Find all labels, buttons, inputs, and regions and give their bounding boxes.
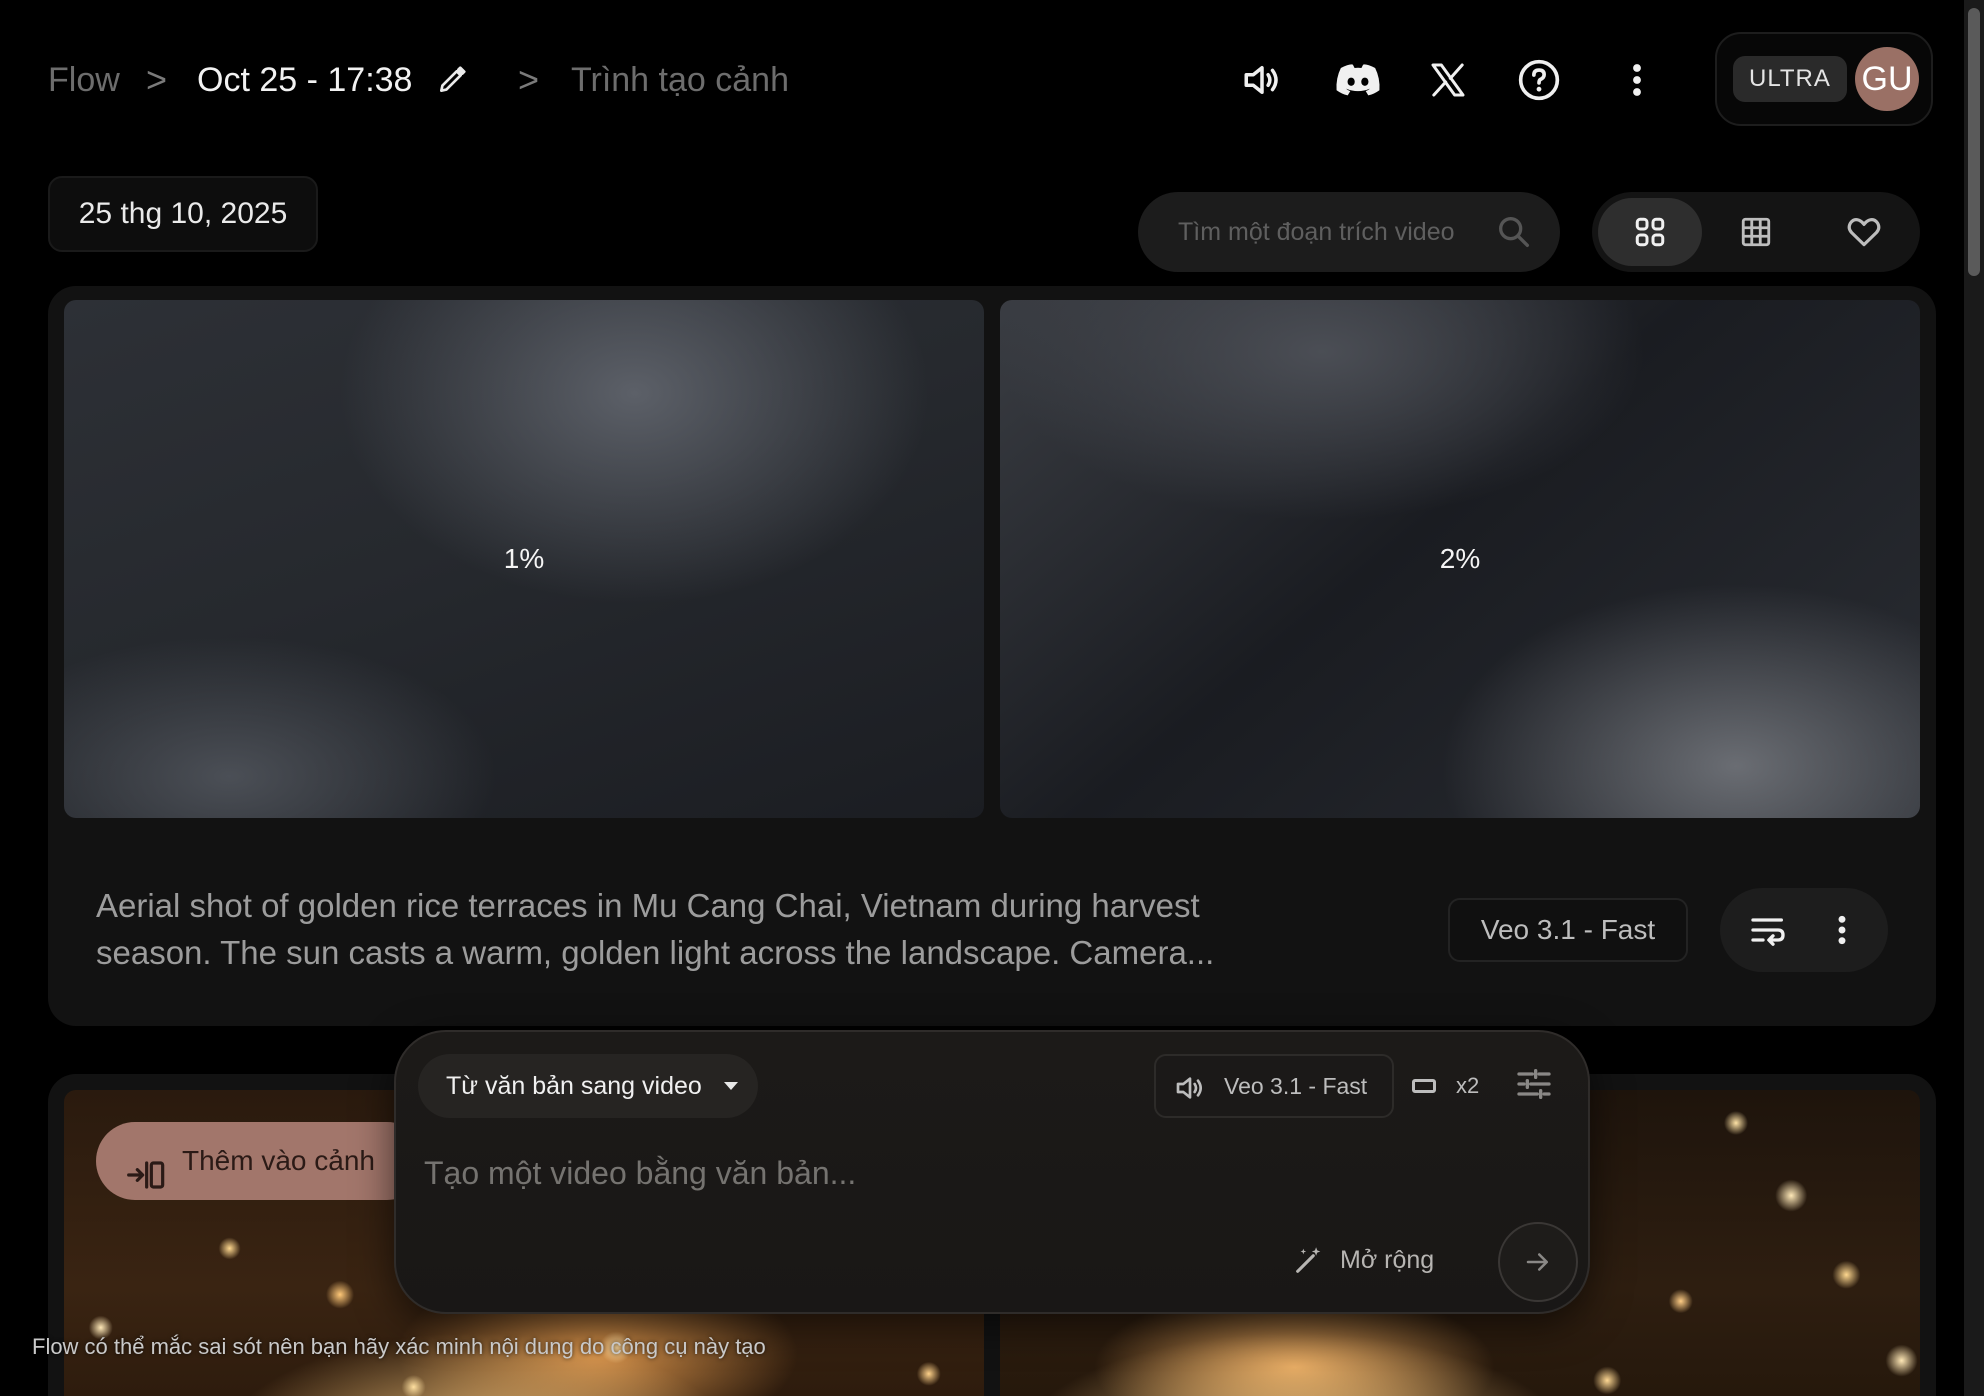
- card-actions: [1720, 888, 1888, 972]
- chevron-down-icon: [724, 1082, 738, 1090]
- expand-label: Mở rộng: [1340, 1245, 1435, 1274]
- top-bar: Flow > Oct 25 - 17:38 > Trình tạo cảnh U…: [0, 0, 1984, 160]
- prompt-text: Aerial shot of golden rice terraces in M…: [96, 887, 1215, 971]
- mode-label: Từ văn bản sang video: [446, 1072, 702, 1100]
- generation-card: 1% 2% Aerial shot of golden rice terrace…: [48, 286, 1936, 1026]
- progress-label: 2%: [1439, 543, 1481, 574]
- search-input[interactable]: [1178, 212, 1498, 252]
- search-bar: [1138, 192, 1560, 272]
- add-to-scene-icon: [126, 1144, 166, 1189]
- aspect-ratio-icon: [1412, 1079, 1436, 1093]
- add-to-scene-label: Thêm vào cảnh: [182, 1145, 375, 1176]
- model-label: Veo 3.1 - Fast: [1448, 898, 1688, 962]
- more-vert-icon[interactable]: [1612, 55, 1662, 105]
- disclaimer-text: Flow có thể mắc sai sót nên bạn hãy xác …: [32, 1334, 766, 1359]
- edit-title-icon[interactable]: [436, 64, 468, 96]
- breadcrumb-current-page[interactable]: Trình tạo cảnh: [571, 58, 789, 102]
- discord-icon[interactable]: [1333, 55, 1383, 105]
- mode-dropdown[interactable]: Từ văn bản sang video: [418, 1054, 758, 1118]
- view-mode-toggle: [1592, 192, 1920, 272]
- send-button[interactable]: [1498, 1222, 1578, 1302]
- progress-label: 1%: [503, 543, 545, 574]
- reuse-prompt-icon[interactable]: [1746, 908, 1790, 952]
- add-to-scene-button[interactable]: Thêm vào cảnh: [96, 1122, 426, 1200]
- model-label: Veo 3.1 - Fast: [1224, 1073, 1368, 1099]
- volume-icon: [1174, 1072, 1206, 1104]
- grid-2-icon[interactable]: [1598, 198, 1702, 266]
- expand-button[interactable]: Mở rộng: [1292, 1240, 1434, 1280]
- volume-icon[interactable]: [1237, 55, 1287, 105]
- favorite-icon[interactable]: [1812, 198, 1916, 266]
- settings-sliders-icon[interactable]: [1514, 1064, 1554, 1104]
- breadcrumb-separator: >: [146, 59, 168, 100]
- grid-3-icon[interactable]: [1704, 198, 1808, 266]
- project-title[interactable]: Oct 25 - 17:38: [197, 58, 412, 102]
- date-label: 25 thg 10, 2025: [48, 176, 318, 252]
- search-icon[interactable]: [1494, 212, 1534, 252]
- model-selector[interactable]: Veo 3.1 - Fast: [1154, 1054, 1394, 1118]
- scrollbar-thumb[interactable]: [1968, 8, 1980, 276]
- account-panel: ULTRA GU: [1715, 32, 1933, 126]
- more-vert-icon[interactable]: [1820, 908, 1864, 952]
- plan-badge[interactable]: ULTRA: [1733, 56, 1847, 102]
- breadcrumb-separator: >: [518, 59, 540, 100]
- prompt-composer: Từ văn bản sang video Veo 3.1 - Fast x2 …: [394, 1030, 1590, 1314]
- aspect-ratio-control[interactable]: x2: [1412, 1068, 1479, 1104]
- video-placeholder[interactable]: 1%: [64, 300, 984, 818]
- x-logo-icon[interactable]: [1423, 55, 1473, 105]
- breadcrumb-root[interactable]: Flow: [48, 58, 120, 102]
- arrow-right-icon: [1526, 1253, 1548, 1271]
- magic-pen-icon: [1292, 1243, 1326, 1277]
- prompt-input[interactable]: [424, 1148, 1524, 1198]
- scrollbar[interactable]: [1964, 0, 1984, 1396]
- help-icon[interactable]: [1514, 55, 1564, 105]
- avatar[interactable]: GU: [1855, 47, 1919, 111]
- output-count: x2: [1456, 1073, 1480, 1098]
- video-placeholder[interactable]: 2%: [1000, 300, 1920, 818]
